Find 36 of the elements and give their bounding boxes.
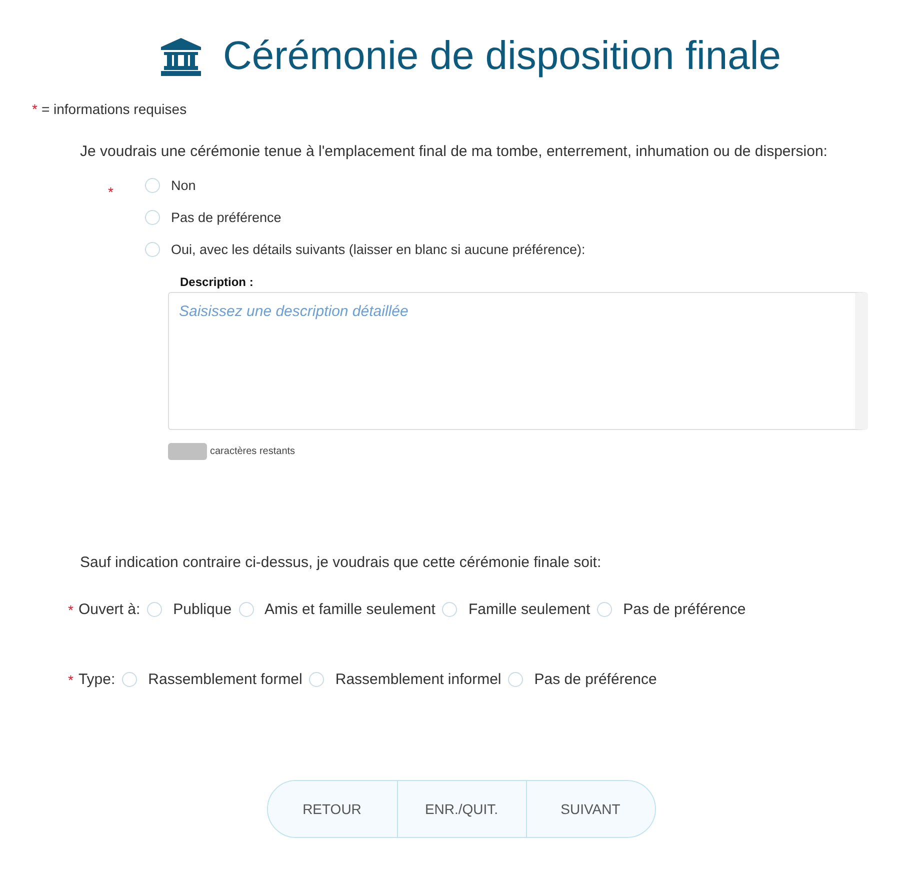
radio-button[interactable] (145, 242, 160, 257)
counter-label: caractères restants (210, 446, 296, 457)
bank-icon (160, 38, 201, 76)
option-label[interactable]: Rassemblement formel (148, 671, 302, 688)
option-label[interactable]: Amis et famille seulement (264, 601, 436, 618)
instruction-text: Sauf indication contraire ci-dessus, je voudrais que cette cérémonie finale soit: (80, 554, 602, 571)
description-field[interactable]: Saisissez une description détaillée (168, 292, 868, 430)
required-asterisk: * (108, 184, 114, 202)
radio-button[interactable] (147, 602, 162, 617)
option-label[interactable]: Pas de préférence (623, 601, 746, 618)
page-title: Cérémonie de disposition finale (222, 34, 782, 79)
option-label[interactable]: Non (171, 178, 196, 193)
option-label[interactable]: Rassemblement informel (335, 671, 502, 688)
required-asterisk: * (68, 672, 74, 688)
character-counter (168, 443, 207, 460)
required-asterisk: * (32, 101, 38, 117)
option-label[interactable]: Pas de préférence (171, 210, 282, 225)
option-label[interactable]: Publique (173, 601, 232, 618)
question-text: Je voudrais une cérémonie tenue à l'emplacement final de ma tombe, enterrement, inhumation ou de dispersion: (80, 143, 828, 160)
required-asterisk: * (68, 602, 74, 618)
nav-button[interactable]: SUIVANT (526, 781, 654, 837)
radio-button[interactable] (238, 602, 254, 617)
group-label: Ouvert à: (78, 601, 140, 618)
group-label: Type: (78, 671, 116, 688)
field-label: Description : (180, 275, 254, 289)
radio-button[interactable] (122, 672, 138, 687)
radio-button[interactable] (442, 602, 458, 617)
option-label[interactable]: Oui, avec les détails suivants (laisser en blanc si aucune préférence): (171, 242, 586, 257)
radio-button[interactable] (309, 672, 324, 687)
radio-button[interactable] (145, 210, 160, 225)
radio-button[interactable] (597, 602, 612, 617)
option-label[interactable]: Famille seulement (468, 601, 590, 618)
required-note: = informations requises (41, 101, 187, 117)
radio-button[interactable] (508, 672, 524, 687)
radio-button[interactable] (145, 178, 160, 193)
option-label[interactable]: Pas de préférence (534, 671, 657, 688)
